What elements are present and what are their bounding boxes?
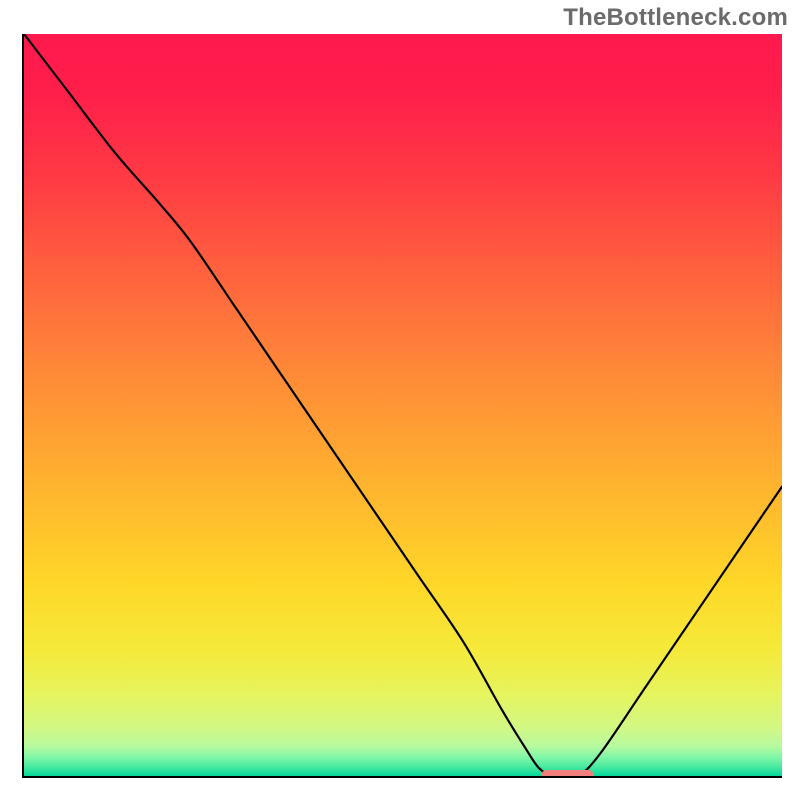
chart-area [22, 34, 782, 778]
optimal-range-marker [541, 770, 594, 778]
bottleneck-curve [24, 34, 782, 776]
watermark-text: TheBottleneck.com [563, 4, 788, 32]
